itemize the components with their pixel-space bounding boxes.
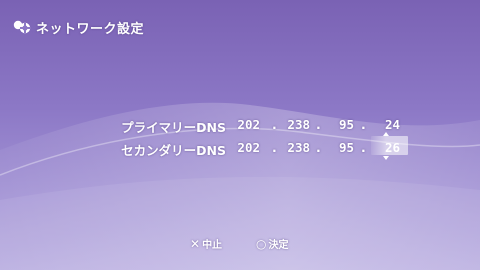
secondary-dns-octet-3[interactable]: 95 — [330, 140, 354, 155]
secondary-dns-label: セカンダリーDNS — [121, 143, 226, 158]
confirm-button[interactable]: ○ 決定 — [256, 236, 289, 252]
primary-dns-label: プライマリーDNS — [121, 120, 226, 135]
cancel-button[interactable]: ✕ 中止 — [190, 236, 223, 252]
cancel-label: 中止 — [202, 240, 223, 251]
button-guide: ✕ 中止 ○ 決定 — [0, 236, 480, 252]
secondary-dns-dot-3: . — [361, 140, 366, 155]
page-header: ネットワーク設定 — [12, 17, 144, 37]
increment-arrow-icon[interactable] — [383, 132, 389, 136]
primary-dns-dot-1: . — [272, 117, 277, 132]
network-settings-icon — [12, 19, 32, 35]
confirm-label: 決定 — [268, 240, 289, 251]
secondary-dns-dot-1: . — [272, 140, 277, 155]
primary-dns-dot-3: . — [361, 117, 366, 132]
primary-dns-octet-1[interactable]: 202 — [230, 117, 260, 132]
secondary-dns-dot-2: . — [316, 140, 321, 155]
circle-button-icon: ○ — [256, 236, 267, 251]
primary-dns-octet-2[interactable]: 238 — [280, 117, 310, 132]
primary-dns-octet-4[interactable]: 24 — [374, 117, 400, 132]
secondary-dns-octet-1[interactable]: 202 — [230, 140, 260, 155]
secondary-dns-octet-4[interactable]: 26 — [374, 140, 400, 155]
page-title: ネットワーク設定 — [36, 21, 145, 37]
primary-dns-dot-2: . — [316, 117, 321, 132]
secondary-dns-row: セカンダリーDNS 202 . 238 . 95 . — [0, 137, 480, 158]
cross-button-icon: ✕ — [190, 236, 201, 251]
secondary-dns-octet-2[interactable]: 238 — [280, 140, 310, 155]
background-wave — [0, 102, 480, 270]
primary-dns-row: プライマリーDNS 202 . 238 . 95 . 24 — [0, 114, 480, 135]
primary-dns-octet-3[interactable]: 95 — [330, 117, 354, 132]
decrement-arrow-icon[interactable] — [383, 156, 389, 160]
